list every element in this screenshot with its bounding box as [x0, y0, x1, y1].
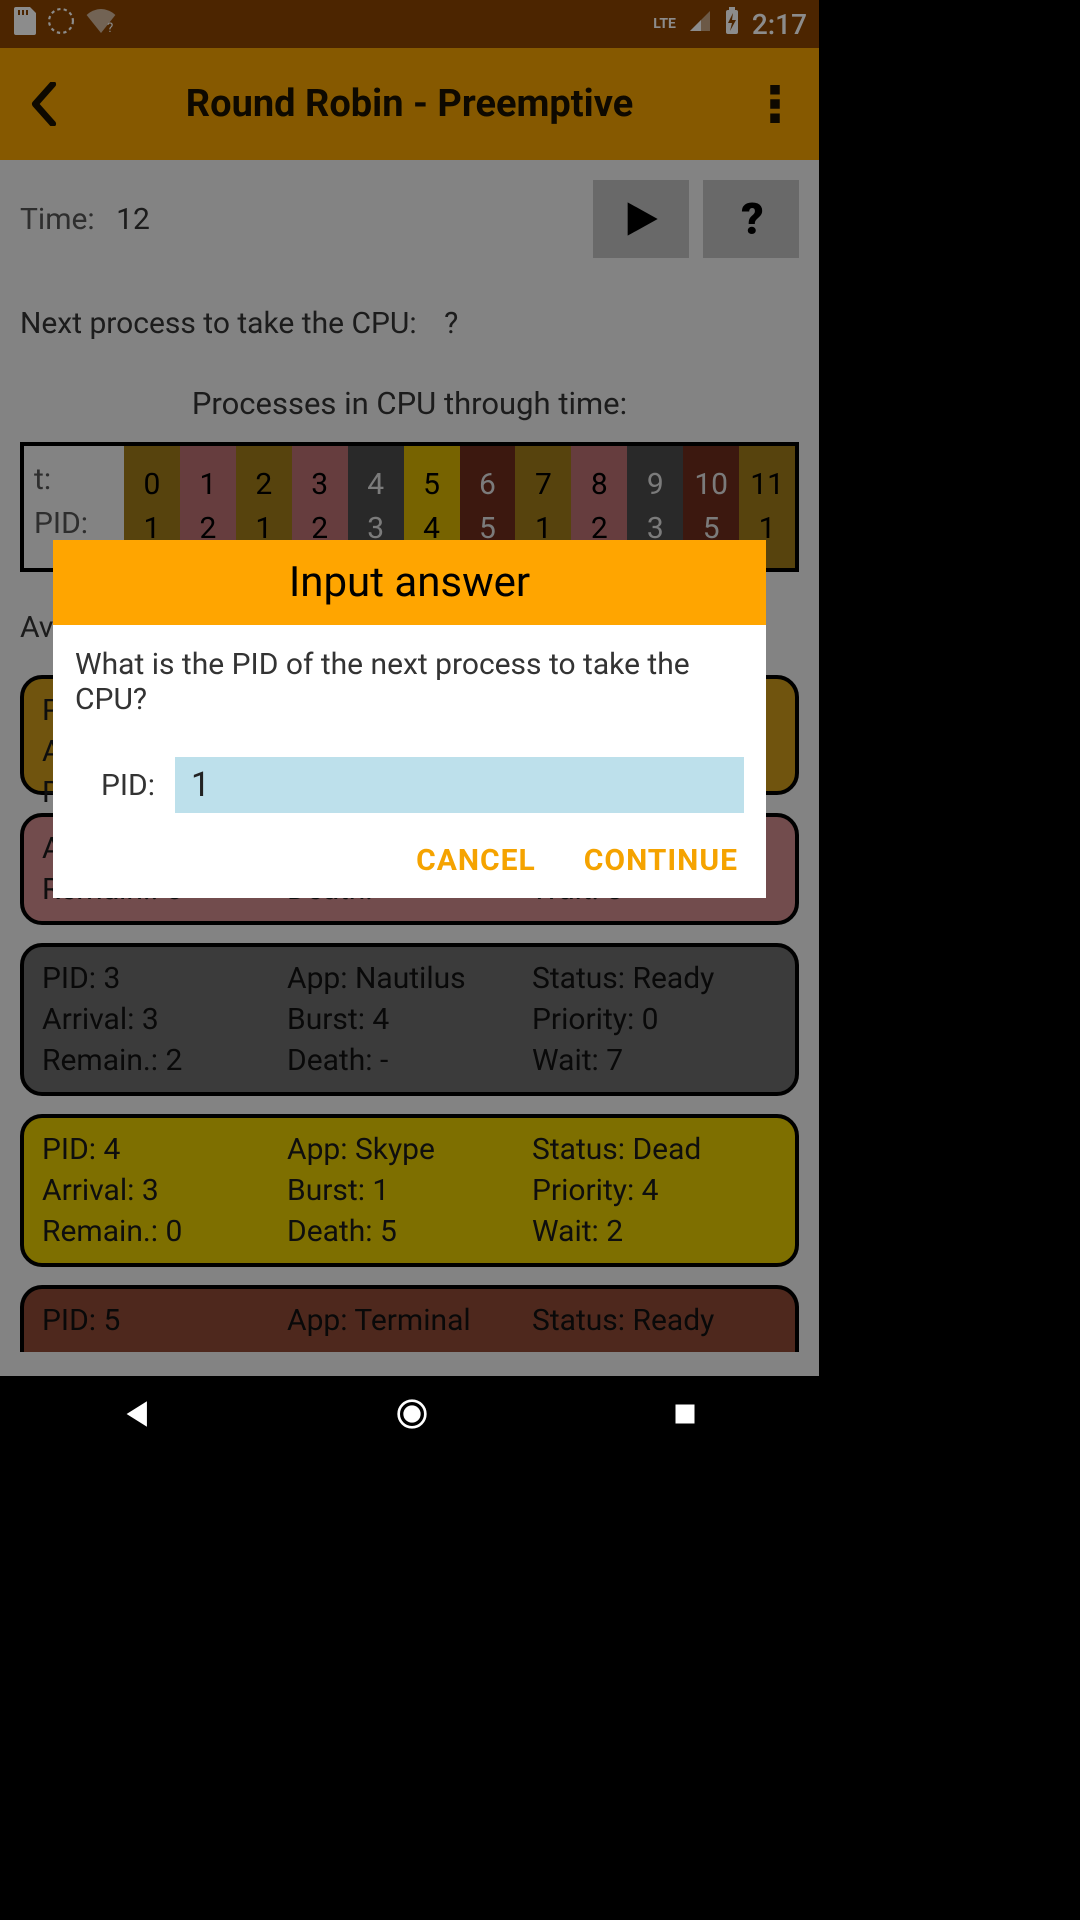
continue-button[interactable]: CONTINUE: [584, 843, 738, 878]
device-frame: ? LTE 2:17 Round Robin - Preemptive Time…: [0, 0, 819, 1456]
input-answer-dialog: Input answer What is the PID of the next…: [53, 540, 766, 898]
cancel-button[interactable]: CANCEL: [416, 843, 536, 878]
pid-input[interactable]: [175, 757, 744, 813]
nav-back-button[interactable]: [123, 1400, 151, 1432]
nav-recent-button[interactable]: [673, 1402, 697, 1430]
pid-input-label: PID:: [75, 768, 155, 803]
dialog-title: Input answer: [53, 540, 766, 625]
dialog-question: What is the PID of the next process to t…: [75, 647, 744, 717]
nav-home-button[interactable]: [396, 1398, 428, 1434]
system-nav-bar: [0, 1376, 819, 1456]
